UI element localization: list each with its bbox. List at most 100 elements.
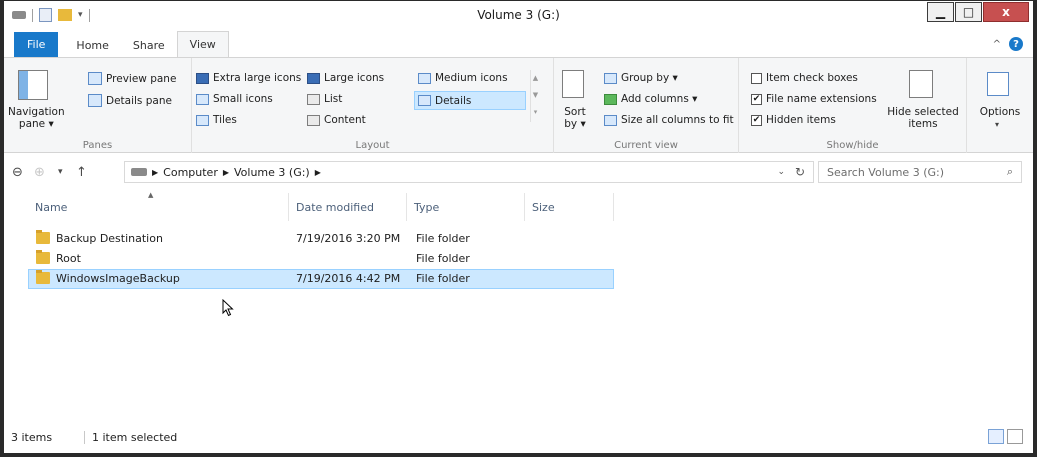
layout-large-icons[interactable]: Large icons	[307, 72, 384, 84]
layout-details[interactable]: Details	[414, 91, 526, 110]
search-placeholder: Search Volume 3 (G:)	[827, 165, 945, 179]
selection-count: 1 item selected	[92, 431, 178, 444]
file-type: File folder	[416, 272, 470, 285]
navigation-pane-icon	[18, 70, 48, 100]
close-button[interactable]: x	[983, 2, 1029, 22]
folder-icon	[36, 230, 50, 244]
ribbon: Navigation pane ▾ Preview pane Details p…	[4, 57, 1033, 153]
tab-share[interactable]: Share	[121, 33, 177, 57]
size-all-label: Size all columns to fit	[621, 114, 734, 126]
table-row[interactable]: Backup Destination 7/19/2016 3:20 PM Fil…	[28, 229, 614, 249]
search-input[interactable]: Search Volume 3 (G:) ⌕	[818, 161, 1022, 183]
sort-by-button[interactable]: Sort by ▾	[560, 106, 590, 130]
column-header-name[interactable]: Name ▲	[28, 191, 289, 221]
column-header-type[interactable]: Type	[407, 193, 525, 221]
minimize-button[interactable]: ▁	[927, 2, 954, 22]
details-view-icon[interactable]	[988, 429, 1004, 444]
maximize-button[interactable]: □	[955, 2, 982, 22]
group-by-button[interactable]: Group by ▾	[604, 72, 678, 84]
options-button[interactable]: Options	[975, 106, 1025, 118]
show-hide-group-label: Show/hide	[826, 140, 879, 151]
layout-label: Medium icons	[435, 72, 508, 84]
preview-pane-icon	[88, 72, 102, 85]
breadcrumb-separator-icon[interactable]: ▶	[315, 168, 321, 177]
add-columns-label: Add columns ▾	[621, 93, 698, 105]
layout-extra-large-icons[interactable]: Extra large icons	[196, 72, 301, 84]
status-bar: 3 items 1 item selected	[4, 427, 1033, 449]
column-header-size[interactable]: Size	[525, 193, 614, 221]
show-hide-group: Item check boxes ✔ File name extensions …	[739, 58, 967, 153]
size-columns-icon	[604, 114, 617, 126]
column-header-date[interactable]: Date modified	[289, 193, 407, 221]
minimize-ribbon-icon[interactable]: ^	[993, 39, 1001, 50]
hidden-items-toggle[interactable]: ✔ Hidden items	[751, 114, 836, 126]
breadcrumb-volume[interactable]: Volume 3 (G:)	[234, 166, 310, 179]
file-name-extensions-toggle[interactable]: ✔ File name extensions	[751, 93, 877, 105]
layout-label: Content	[324, 114, 366, 126]
item-count: 3 items	[11, 431, 53, 444]
folder-icon	[36, 270, 50, 284]
column-header-label: Type	[414, 200, 440, 214]
up-button[interactable]: ↑	[76, 165, 87, 180]
size-all-columns-button[interactable]: Size all columns to fit	[604, 114, 734, 126]
layout-list[interactable]: List	[307, 93, 342, 105]
layout-scroll[interactable]: ▲ ▼ ▾	[530, 70, 540, 122]
panes-group: Navigation pane ▾ Preview pane Details p…	[4, 58, 192, 153]
table-row[interactable]: Root File folder	[28, 249, 614, 269]
status-divider	[84, 431, 85, 444]
options-label: Options	[979, 106, 1021, 118]
add-columns-button[interactable]: Add columns ▾	[604, 93, 697, 105]
large-icons-view-icon[interactable]	[1007, 429, 1023, 444]
preview-pane-button[interactable]: Preview pane	[88, 72, 176, 85]
ribbon-tabs: File Home Share View ^ ?	[4, 31, 1033, 57]
options-icon	[987, 72, 1009, 96]
recent-locations-icon[interactable]: ▾	[58, 167, 63, 177]
address-bar[interactable]: ▶ Computer ▶ Volume 3 (G:) ▶ ⌄ ↻	[124, 161, 814, 183]
forward-button[interactable]: ⊕	[34, 165, 45, 180]
item-check-boxes-toggle[interactable]: Item check boxes	[751, 72, 858, 84]
help-icon[interactable]: ?	[1009, 37, 1023, 51]
layout-label: Small icons	[213, 93, 273, 105]
refresh-icon[interactable]: ↻	[795, 165, 805, 179]
tab-home[interactable]: Home	[64, 33, 120, 57]
tiles-icon	[196, 114, 209, 126]
details-pane-button[interactable]: Details pane	[88, 94, 172, 107]
breadcrumb-separator-icon[interactable]: ▶	[152, 168, 158, 177]
layout-label: Details	[435, 94, 472, 107]
breadcrumb-separator-icon[interactable]: ▶	[223, 168, 229, 177]
file-type: File folder	[416, 232, 470, 245]
layout-small-icons[interactable]: Small icons	[196, 93, 273, 105]
layout-label: Tiles	[213, 114, 237, 126]
search-icon[interactable]: ⌕	[1007, 165, 1013, 179]
navigation-bar: ⊖ ⊕ ▾ ↑ ▶ Computer ▶ Volume 3 (G:) ▶ ⌄ ↻…	[4, 153, 1033, 189]
layout-group: Extra large icons Large icons Medium ico…	[192, 58, 554, 153]
navigation-pane-button[interactable]: Navigation pane ▾	[8, 106, 65, 130]
medium-icons-icon	[418, 72, 431, 84]
mouse-cursor-icon	[222, 299, 234, 317]
window-title: Volume 3 (G:)	[477, 8, 560, 22]
large-icons-icon	[307, 72, 320, 84]
address-dropdown-icon[interactable]: ⌄	[777, 167, 785, 177]
add-columns-icon	[604, 93, 617, 105]
file-name-extensions-checkbox[interactable]: ✔	[751, 93, 762, 105]
hidden-items-checkbox[interactable]: ✔	[751, 114, 762, 126]
file-list: Name ▲ Date modified Type Size Backup De…	[4, 191, 1033, 421]
back-button[interactable]: ⊖	[12, 165, 23, 180]
details-pane-label: Details pane	[106, 94, 172, 107]
options-dropdown-icon[interactable]: ▾	[995, 120, 999, 129]
tab-view[interactable]: View	[176, 31, 229, 57]
hide-selected-button[interactable]: Hide selected items	[887, 106, 959, 130]
table-row[interactable]: WindowsImageBackup 7/19/2016 4:42 PM Fil…	[28, 269, 614, 289]
tab-file[interactable]: File	[14, 32, 59, 57]
breadcrumb-computer[interactable]: Computer	[163, 166, 218, 179]
item-check-boxes-checkbox[interactable]	[751, 72, 762, 84]
panes-group-label: Panes	[82, 140, 113, 151]
hidden-items-label: Hidden items	[766, 114, 836, 126]
layout-label: Large icons	[324, 72, 385, 84]
group-by-icon	[604, 72, 617, 84]
layout-tiles[interactable]: Tiles	[196, 114, 237, 126]
list-icon	[307, 93, 320, 105]
layout-medium-icons[interactable]: Medium icons	[418, 72, 508, 84]
layout-content[interactable]: Content	[307, 114, 366, 126]
small-icons-icon	[196, 93, 209, 105]
